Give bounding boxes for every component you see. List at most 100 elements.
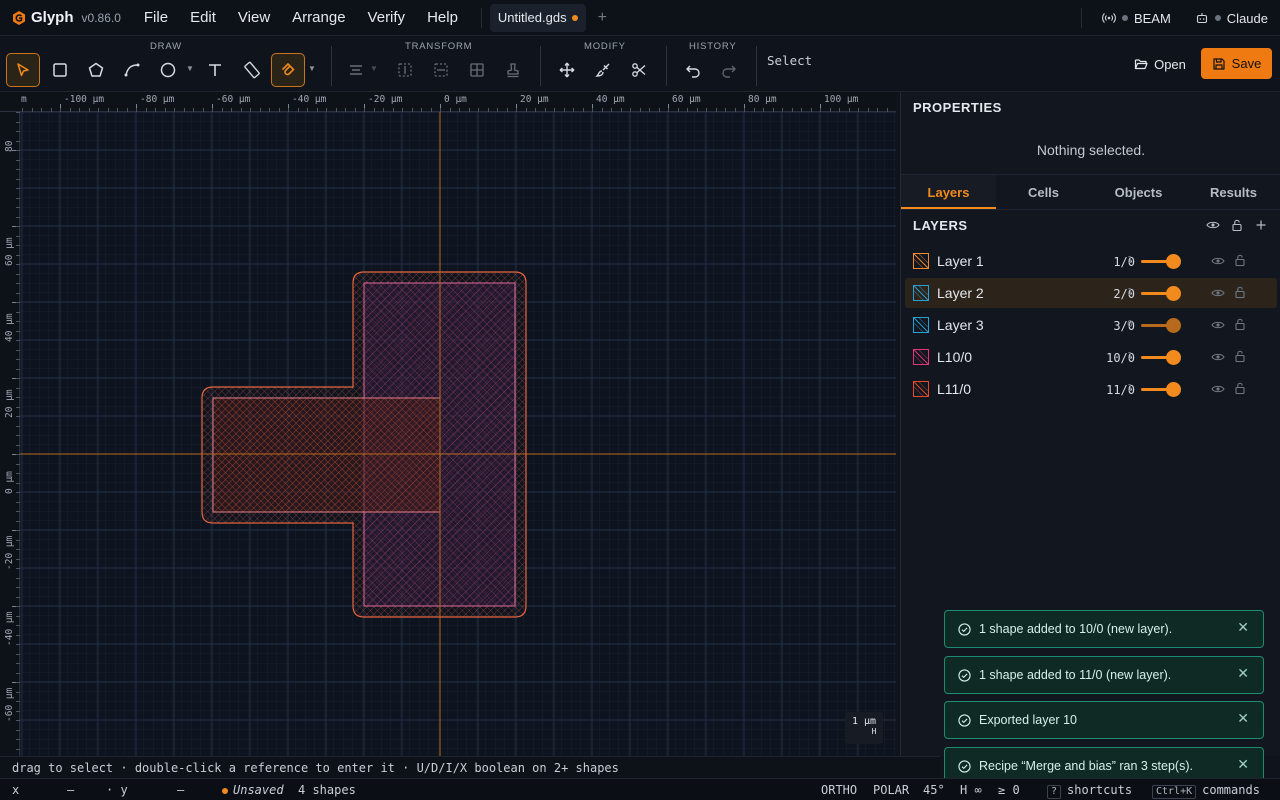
check-circle-icon [958,622,971,636]
hint-bar: drag to select · double-click a referenc… [0,756,940,778]
layer-visibility-eye-icon[interactable] [1211,350,1225,364]
paint-tool[interactable] [586,53,620,87]
group-label-history: HISTORY [689,41,737,52]
undo-button[interactable] [676,53,710,87]
cursor-icon [17,63,29,77]
toolbar-divider [666,46,667,86]
save-button[interactable]: Save [1201,48,1272,79]
text-tool[interactable] [198,53,232,87]
layer-opacity-handle[interactable] [1166,382,1181,397]
snap-tool[interactable] [271,53,305,87]
layer-opacity-handle[interactable] [1166,318,1181,333]
nothing-selected: Nothing selected. [1036,142,1146,158]
layer-lock-icon[interactable] [1233,349,1247,363]
layer-visibility-eye-icon[interactable] [1211,286,1225,300]
open-button[interactable]: Open [1127,49,1193,79]
align-tool[interactable] [339,53,373,87]
menu-edit[interactable]: Edit [179,9,227,26]
layer-opacity-handle[interactable] [1166,350,1181,365]
unsaved-indicator [222,788,228,794]
tab-objects[interactable]: Objects [1091,175,1186,209]
layer-name: Layer 2 [937,285,984,301]
polar-toggle[interactable]: POLAR [873,783,909,797]
circle-options-caret[interactable]: ▼ [186,64,194,73]
beam-status[interactable]: BEAM [1090,11,1183,26]
canvas-grid[interactable] [20,112,896,756]
shape-count: 4 shapes [298,783,356,797]
stamp-tool[interactable] [496,53,530,87]
glyph-logo-icon [11,10,27,26]
redo-icon [722,65,736,78]
toast-message: Exported layer 10 [979,713,1077,727]
layer-swatch-icon[interactable] [913,253,929,269]
path-tool[interactable] [115,53,149,87]
layer-lock-icon[interactable] [1233,381,1247,395]
menu-arrange[interactable]: Arrange [281,9,356,26]
layer-lock-icon[interactable] [1233,253,1247,267]
polygon-tool[interactable] [79,53,113,87]
select-tool[interactable] [6,53,40,87]
layer-row[interactable]: Layer 2 2/0 1 [905,278,1277,308]
layer-swatch-icon[interactable] [913,381,929,397]
distribute-h-tool[interactable] [388,53,422,87]
toast-close-button[interactable]: ✕ [1237,619,1249,636]
toast: Exported layer 10 ✕ [944,701,1264,739]
layer-visibility-eye-icon[interactable] [1211,382,1225,396]
layer-swatch-icon[interactable] [913,349,929,365]
undo-icon [686,65,700,78]
tab-cells[interactable]: Cells [996,175,1091,209]
current-mode: Select [767,53,813,68]
rectangle-tool[interactable] [43,53,77,87]
menu-view[interactable]: View [227,9,281,26]
tab-results[interactable]: Results [1186,175,1280,209]
hierarchy-depth[interactable]: H ∞ [960,783,982,797]
unlock-all-icon[interactable] [1230,218,1244,232]
move-icon [559,62,575,78]
layer-row[interactable]: Layer 1 1/0 1 [905,246,1277,276]
snap-options-caret[interactable]: ▼ [308,64,316,73]
show-all-eye-icon[interactable] [1206,218,1220,232]
ruler-tool[interactable] [235,53,269,87]
layer-lock-icon[interactable] [1233,317,1247,331]
scale-mode: H [871,727,877,736]
ruler-x-label: 0 µm [444,94,467,105]
claude-status[interactable]: Claude [1183,11,1280,26]
distribute-v-tool[interactable] [424,53,458,87]
layer-opacity-handle[interactable] [1166,254,1181,269]
layer-row[interactable]: L11/0 11/0 1 [905,374,1277,404]
angle-snap[interactable]: 45° [923,783,945,797]
layer-lock-icon[interactable] [1233,285,1247,299]
menu-help[interactable]: Help [416,9,469,26]
commands-hint[interactable]: Ctrl+K commands [1152,783,1260,799]
align-options-caret[interactable]: ▼ [370,64,378,73]
layer-opacity-handle[interactable] [1166,286,1181,301]
ruler-y-label: 0 µm [4,471,15,494]
layer-row[interactable]: L10/0 10/0 1 [905,342,1277,372]
layer-row[interactable]: Layer 3 3/0 0 [905,310,1277,340]
min-size[interactable]: ≥ 0 [998,783,1020,797]
group-label-modify: MODIFY [584,41,626,52]
toast-close-button[interactable]: ✕ [1237,665,1249,682]
add-layer-icon[interactable] [1254,218,1268,232]
menu-verify[interactable]: Verify [357,9,417,26]
circle-tool[interactable] [151,53,185,87]
move-tool[interactable] [550,53,584,87]
toast-close-button[interactable]: ✕ [1237,710,1249,727]
layer-visibility-eye-icon[interactable] [1211,318,1225,332]
toast-close-button[interactable]: ✕ [1237,756,1249,773]
shortcuts-hint[interactable]: ? shortcuts [1047,783,1132,799]
menu-file[interactable]: File [133,9,179,26]
cut-tool[interactable] [622,53,656,87]
layout-canvas[interactable]: m -100 µm -80 µm -60 µm -40 µm -20 µm 0 µm 20 µ… [0,92,896,756]
add-tab-button[interactable]: + [598,9,607,27]
tab-layers[interactable]: Layers [901,175,996,209]
array-tool[interactable] [460,53,494,87]
ruler-top: m -100 µm -80 µm -60 µm -40 µm -20 µm 0 µm 20 µ… [0,92,896,112]
ortho-toggle[interactable]: ORTHO [821,783,857,797]
layer-swatch-icon[interactable] [913,285,929,301]
layer-visibility-eye-icon[interactable] [1211,254,1225,268]
layers-title: LAYERS [913,218,968,233]
redo-button[interactable] [712,53,746,87]
file-tab[interactable]: Untitled.gds [489,3,586,32]
layer-swatch-icon[interactable] [913,317,929,333]
